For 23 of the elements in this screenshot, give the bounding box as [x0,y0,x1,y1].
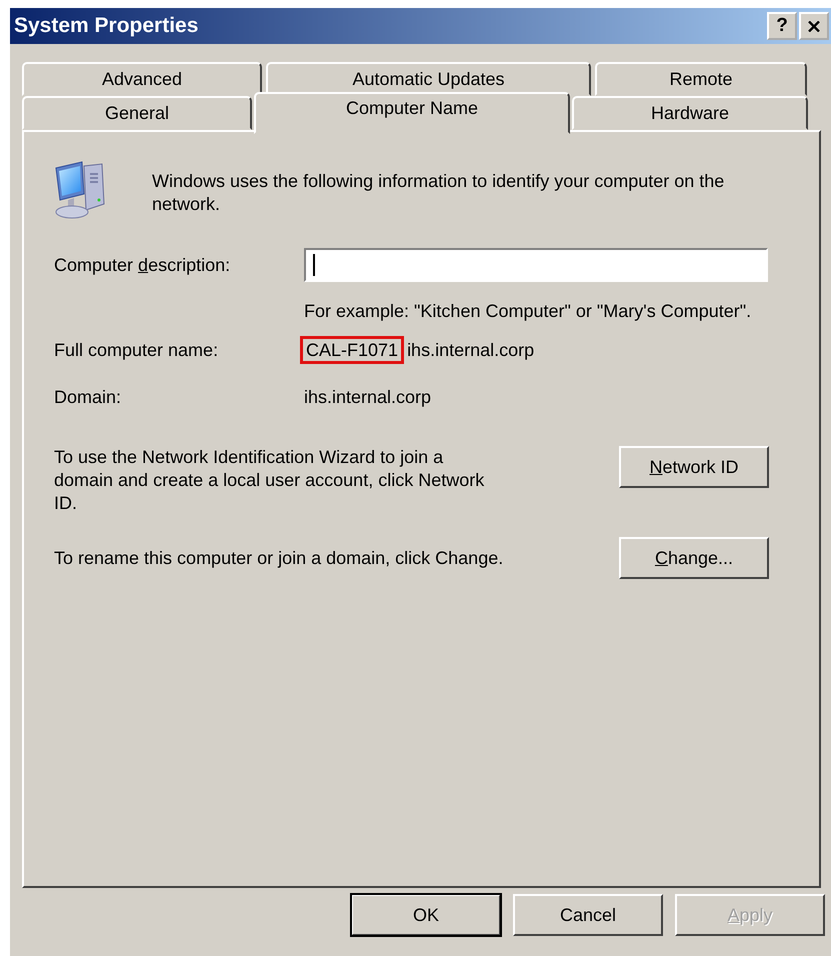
tab[interactable]: Remote [595,62,807,96]
close-icon [808,20,820,32]
action-button[interactable]: Network ID [619,446,769,488]
domain-label: Domain: [54,387,122,408]
instruction-text: To use the Network Identification Wizard to join a domain and create a local user account, click Network ID. [54,446,486,515]
example-text: For example: "Kitchen Computer" or "Mary's Computer". [304,300,752,323]
tab[interactable]: Computer Name [254,92,570,134]
tab[interactable]: Advanced [22,62,262,96]
dialog-button[interactable]: OK [351,894,501,936]
instruction-text: To rename this computer or join a domain, click Change. [54,547,504,570]
close-button[interactable] [799,12,829,40]
help-button[interactable]: ? [767,12,797,40]
window-title: System Properties [14,14,198,38]
tab[interactable]: Hardware [572,96,808,130]
description-label: Computer description: [54,254,232,276]
full-name-label: Full computer name: [54,340,220,361]
domain-value: ihs.internal.corp [304,387,432,408]
tab[interactable]: General [22,96,252,130]
dialog-button[interactable]: Cancel [513,894,663,936]
action-button[interactable]: Change... [619,537,769,579]
intro-text: Windows uses the following information to identify your computer on the network. [152,170,726,216]
domain-suffix: ihs.internal.corp [407,340,534,360]
description-field[interactable] [304,248,768,282]
